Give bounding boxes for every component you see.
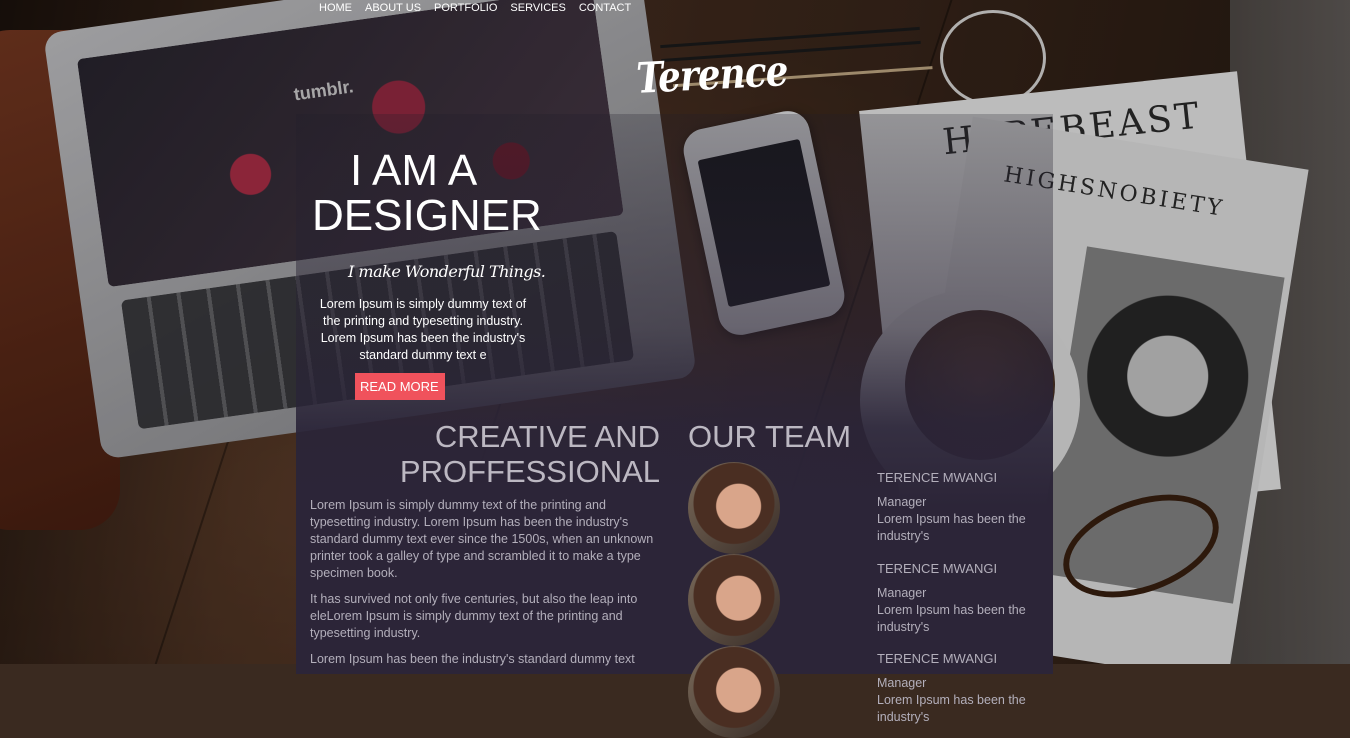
team-avatar <box>688 554 780 646</box>
team-avatar <box>688 462 780 554</box>
nav-contact[interactable]: CONTACT <box>579 2 631 14</box>
read-more-button[interactable]: READ MORE <box>355 373 445 400</box>
creative-paragraph-1: Lorem Ipsum is simply dummy text of the … <box>310 498 654 580</box>
creative-heading-line1: CREATIVE AND <box>434 419 660 454</box>
member-bio: Lorem Ipsum has been the industry's <box>877 693 1026 724</box>
member-role: Manager <box>877 495 927 509</box>
creative-paragraph-2: It has survived not only five centuries,… <box>310 592 638 640</box>
nav-home[interactable]: HOME <box>319 2 352 14</box>
team-avatar <box>688 646 780 738</box>
member-bio: Lorem Ipsum has been the industry's <box>877 603 1026 634</box>
hero-title-line2: DESIGNER <box>312 191 542 240</box>
member-name: TERENCE MWANGI <box>877 561 998 576</box>
nav-portfolio[interactable]: PORTFOLIO <box>434 2 497 14</box>
creative-heading-line2: PROFFESSIONAL <box>399 454 660 489</box>
team-member: TERENCE MWANGI Manager Lorem Ipsum has b… <box>877 650 1047 726</box>
member-name: TERENCE MWANGI <box>877 470 998 485</box>
team-heading: OUR TEAM <box>688 419 852 454</box>
member-role: Manager <box>877 586 927 600</box>
creative-paragraph-3: Lorem Ipsum has been the industry's stan… <box>310 652 635 666</box>
creative-heading: CREATIVE AND PROFFESSIONAL <box>360 419 660 489</box>
member-bio: Lorem Ipsum has been the industry's <box>877 512 1026 543</box>
hero-tagline: I make Wonderful Things. <box>348 262 546 281</box>
brand-logo[interactable]: Terence <box>635 46 789 103</box>
team-member: TERENCE MWANGI Manager Lorem Ipsum has b… <box>877 560 1047 636</box>
hero-title: I AM A DESIGNER <box>312 148 542 238</box>
nav-services[interactable]: SERVICES <box>510 2 565 14</box>
member-role: Manager <box>877 676 927 690</box>
member-name: TERENCE MWANGI <box>877 651 998 666</box>
hero-text: Lorem Ipsum is simply dummy text of the … <box>319 297 527 362</box>
team-member: TERENCE MWANGI Manager Lorem Ipsum has b… <box>877 469 1047 545</box>
main-nav: HOME ABOUT US PORTFOLIO SERVICES CONTACT <box>319 2 631 14</box>
hero-title-line1: I AM A <box>350 146 478 195</box>
nav-about-us[interactable]: ABOUT US <box>365 2 421 14</box>
